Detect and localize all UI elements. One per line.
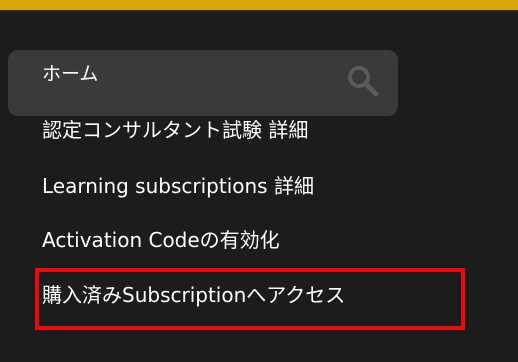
menu-item-activation-code[interactable]: Activation Codeの有効化 — [42, 226, 280, 254]
menu-item-home[interactable]: ホーム — [42, 60, 98, 88]
menu-item-certified-consultant-exam-details[interactable]: 認定コンサルタント試験 詳細 — [42, 116, 308, 144]
menu-item-access-purchased-subscription[interactable]: 購入済みSubscriptionへアクセス — [42, 281, 345, 309]
menu-screen: ホーム 認定コンサルタント試験 詳細 Learning subscription… — [0, 0, 518, 362]
search-icon[interactable] — [346, 64, 380, 98]
menu-item-learning-subscriptions-details[interactable]: Learning subscriptions 詳細 — [42, 172, 314, 200]
top-accent-bar — [0, 0, 518, 12]
